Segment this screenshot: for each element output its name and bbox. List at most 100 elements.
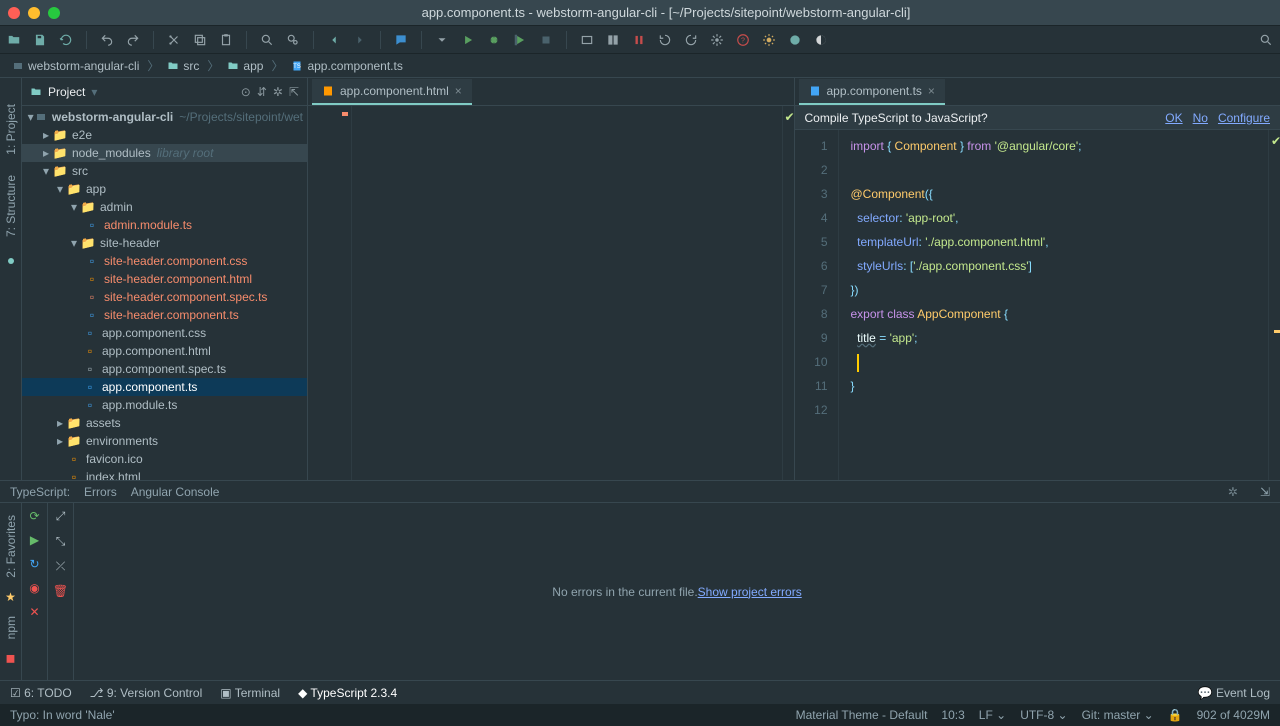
replace-icon[interactable] bbox=[285, 32, 301, 48]
npm-icon[interactable]: ◼ bbox=[6, 651, 16, 665]
search-everywhere-icon[interactable] bbox=[1258, 32, 1274, 48]
filter-icon[interactable]: ▶ bbox=[30, 533, 39, 547]
close-tab-icon[interactable]: × bbox=[455, 84, 462, 98]
expand-all-icon[interactable]: ⤡ bbox=[56, 534, 66, 549]
undo-icon[interactable] bbox=[99, 32, 115, 48]
toolbox-icon-1[interactable] bbox=[579, 32, 595, 48]
tree-folder-node-modules[interactable]: ▸📁node_moduleslibrary root bbox=[22, 144, 307, 162]
event-log-button[interactable]: 💬 Event Log bbox=[1198, 686, 1270, 700]
todo-tool-button[interactable]: ☑ 6: TODO bbox=[10, 686, 72, 700]
debug-icon[interactable] bbox=[486, 32, 502, 48]
tree-file-app-html[interactable]: ▫app.component.html bbox=[22, 342, 307, 360]
tree-file-sh-html[interactable]: ▫site-header.component.html bbox=[22, 270, 307, 288]
project-tree[interactable]: ▾webstorm-angular-cli~/Projects/sitepoin… bbox=[22, 106, 307, 480]
tree-file-app-css[interactable]: ▫app.component.css bbox=[22, 324, 307, 342]
tree-folder-site-header[interactable]: ▾📁site-header bbox=[22, 234, 307, 252]
paste-icon[interactable] bbox=[218, 32, 234, 48]
delete-icon[interactable]: 🗑 bbox=[53, 584, 68, 598]
breadcrumb-root[interactable]: webstorm-angular-cli bbox=[8, 57, 143, 75]
tree-folder-assets[interactable]: ▸📁assets bbox=[22, 414, 307, 432]
compile-no-link[interactable]: No bbox=[1193, 111, 1208, 125]
close-tab-icon[interactable]: × bbox=[928, 84, 935, 98]
history-redo-icon[interactable] bbox=[683, 32, 699, 48]
close-window-button[interactable] bbox=[8, 7, 20, 19]
refresh-icon[interactable] bbox=[58, 32, 74, 48]
breadcrumb-src[interactable]: src bbox=[163, 57, 203, 75]
sun-icon[interactable] bbox=[761, 32, 777, 48]
stop-icon[interactable] bbox=[538, 32, 554, 48]
compile-ok-link[interactable]: OK bbox=[1165, 111, 1182, 125]
project-tool-button[interactable]: 1: Project bbox=[2, 98, 20, 161]
tree-folder-environments[interactable]: ▸📁environments bbox=[22, 432, 307, 450]
tree-project-root[interactable]: ▾webstorm-angular-cli~/Projects/sitepoin… bbox=[22, 108, 307, 126]
close-panel-icon[interactable]: ✕ bbox=[29, 605, 39, 619]
ts-hide-icon[interactable]: ⇲ bbox=[1260, 485, 1270, 499]
maximize-window-button[interactable] bbox=[48, 7, 60, 19]
tree-file-sh-css[interactable]: ▫site-header.component.css bbox=[22, 252, 307, 270]
star-icon[interactable]: ★ bbox=[5, 590, 16, 604]
target-icon[interactable]: ⊙ bbox=[241, 85, 251, 99]
tree-file-app-module[interactable]: ▫app.module.ts bbox=[22, 396, 307, 414]
tree-file-admin-module[interactable]: ▫admin.module.ts bbox=[22, 216, 307, 234]
tab-angular-console[interactable]: Angular Console bbox=[131, 485, 220, 499]
back-icon[interactable] bbox=[326, 32, 342, 48]
save-icon[interactable] bbox=[32, 32, 48, 48]
material-icon[interactable] bbox=[787, 32, 803, 48]
structure-tool-button[interactable]: 7: Structure bbox=[2, 169, 20, 243]
typescript-tool-button[interactable]: ◆ TypeScript 2.3.4 bbox=[298, 686, 397, 700]
chat-icon[interactable] bbox=[393, 32, 409, 48]
code-content[interactable]: import { Component } from '@angular/core… bbox=[839, 130, 1269, 480]
tab-app-component-html[interactable]: app.component.html × bbox=[312, 79, 472, 105]
settings-icon[interactable] bbox=[709, 32, 725, 48]
collapse-icon[interactable]: ⤫ bbox=[56, 559, 66, 574]
breadcrumb-app[interactable]: app bbox=[223, 57, 267, 75]
npm-tool-button[interactable]: npm bbox=[2, 610, 20, 645]
chevron-down-icon[interactable]: ▾ bbox=[91, 85, 97, 99]
tree-folder-e2e[interactable]: ▸📁e2e bbox=[22, 126, 307, 144]
minimize-window-button[interactable] bbox=[28, 7, 40, 19]
contrast-icon[interactable] bbox=[813, 32, 829, 48]
compile-configure-link[interactable]: Configure bbox=[1218, 111, 1270, 125]
tree-file-index-html[interactable]: ▫index.html bbox=[22, 468, 307, 480]
run-coverage-icon[interactable] bbox=[512, 32, 528, 48]
alert-icon[interactable]: ◉ bbox=[29, 581, 39, 595]
tab-errors[interactable]: Errors bbox=[84, 485, 117, 499]
reload-icon[interactable]: ↻ bbox=[29, 557, 39, 571]
tree-folder-src[interactable]: ▾📁src bbox=[22, 162, 307, 180]
warning-marker[interactable] bbox=[1274, 330, 1280, 333]
tree-file-sh-spec[interactable]: ▫site-header.component.spec.ts bbox=[22, 288, 307, 306]
tree-folder-app[interactable]: ▾📁app bbox=[22, 180, 307, 198]
tab-app-component-ts[interactable]: app.component.ts × bbox=[799, 79, 945, 105]
right-editor-body[interactable]: 123 456 789 101112 import { Component } … bbox=[795, 130, 1280, 480]
hide-panel-icon[interactable]: ⇱ bbox=[289, 85, 299, 99]
tree-file-sh-ts[interactable]: ▫site-header.component.ts bbox=[22, 306, 307, 324]
tree-folder-admin[interactable]: ▾📁admin bbox=[22, 198, 307, 216]
tree-file-app-ts[interactable]: ▫app.component.ts bbox=[22, 378, 307, 396]
breadcrumb-file[interactable]: TSapp.component.ts bbox=[287, 57, 406, 75]
run-icon[interactable] bbox=[460, 32, 476, 48]
run-config-dropdown[interactable] bbox=[434, 32, 450, 48]
ts-gear-icon[interactable]: ✲ bbox=[1228, 485, 1238, 499]
vcs-tool-button[interactable]: ⎇ 9: Version Control bbox=[90, 686, 203, 700]
pause-red-icon[interactable] bbox=[631, 32, 647, 48]
left-editor-body[interactable]: ✔ bbox=[308, 106, 794, 480]
help-icon[interactable]: ? bbox=[735, 32, 751, 48]
collapse-all-icon[interactable]: ⇵ bbox=[257, 85, 267, 99]
open-file-icon[interactable] bbox=[6, 32, 22, 48]
toolbox-icon-2[interactable] bbox=[605, 32, 621, 48]
search-icon[interactable] bbox=[259, 32, 275, 48]
redo-icon[interactable] bbox=[125, 32, 141, 48]
favorites-tool-button[interactable]: 2: Favorites bbox=[2, 509, 20, 584]
copy-icon[interactable] bbox=[192, 32, 208, 48]
tree-file-app-spec[interactable]: ▫app.component.spec.ts bbox=[22, 360, 307, 378]
show-project-errors-link[interactable]: Show project errors bbox=[698, 585, 802, 599]
history-undo-icon[interactable] bbox=[657, 32, 673, 48]
material-dot-icon[interactable] bbox=[5, 255, 17, 267]
cut-icon[interactable] bbox=[166, 32, 182, 48]
tree-file-favicon[interactable]: ▫favicon.ico bbox=[22, 450, 307, 468]
recompile-icon[interactable]: ⟳ bbox=[29, 509, 39, 523]
forward-icon[interactable] bbox=[352, 32, 368, 48]
gear-icon[interactable]: ✲ bbox=[273, 85, 283, 99]
expand-icon[interactable]: ⤢ bbox=[56, 509, 66, 524]
terminal-tool-button[interactable]: ▣ Terminal bbox=[220, 686, 280, 700]
